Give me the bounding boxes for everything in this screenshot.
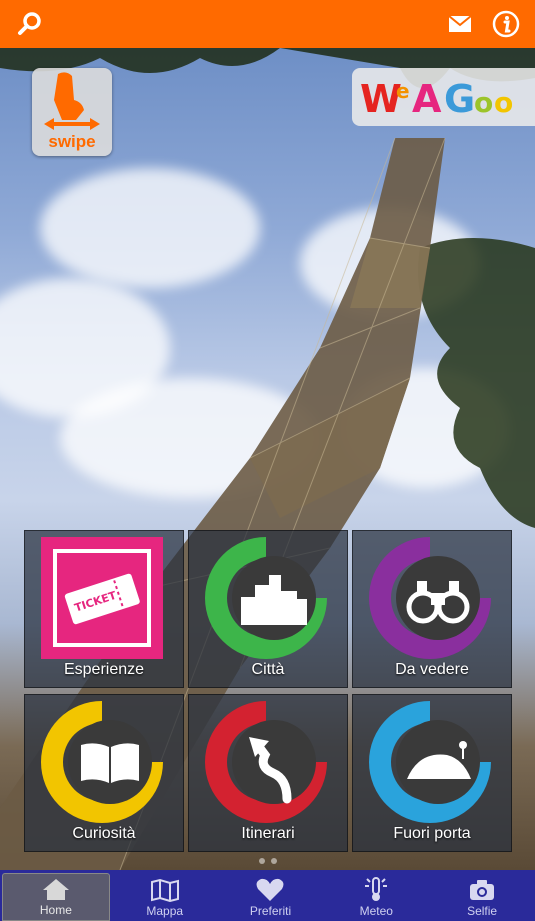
city-icon <box>205 537 327 659</box>
nav-selfie[interactable]: Selfie <box>429 870 535 921</box>
mail-icon[interactable] <box>442 6 478 42</box>
landscape-icon <box>369 701 491 823</box>
tile-fuori-porta[interactable]: Fuori porta <box>352 694 512 852</box>
tile-label: Città <box>251 661 285 678</box>
tile-label: Fuori porta <box>393 825 471 842</box>
tile-da-vedere[interactable]: Da vedere <box>352 530 512 688</box>
bottom-navigation: Home Mappa Preferiti Meteo Selfie <box>0 870 535 921</box>
swipe-hand-icon <box>44 72 100 130</box>
top-app-bar <box>0 0 535 48</box>
nav-meteo[interactable]: Meteo <box>323 870 429 921</box>
svg-text:o: o <box>474 86 493 119</box>
map-icon <box>150 878 179 902</box>
svg-text:o: o <box>494 86 513 119</box>
page-indicator <box>0 858 535 864</box>
ticket-icon: TICKET <box>41 537 163 659</box>
weather-icon <box>365 877 388 901</box>
tile-esperienze[interactable]: TICKET Esperienze <box>24 530 184 688</box>
nav-label: Mappa <box>146 904 184 918</box>
info-icon[interactable] <box>488 6 524 42</box>
nav-home[interactable]: Home <box>2 873 110 921</box>
nav-label: Home <box>39 903 72 917</box>
swipe-badge[interactable]: swipe <box>32 68 112 156</box>
route-icon <box>205 701 327 823</box>
tile-label: Da vedere <box>395 661 469 678</box>
tile-label: Curiosità <box>72 825 136 842</box>
nav-preferiti[interactable]: Preferiti <box>218 870 324 921</box>
home-icon <box>42 879 69 900</box>
svg-text:A: A <box>412 77 442 121</box>
tile-itinerari[interactable]: Itinerari <box>188 694 348 852</box>
heart-icon <box>257 878 284 901</box>
tile-label: Itinerari <box>241 825 295 842</box>
camera-icon <box>470 880 495 900</box>
svg-text:G: G <box>444 77 475 121</box>
nav-label: Meteo <box>359 904 393 918</box>
tile-citta[interactable]: Città <box>188 530 348 688</box>
nav-label: Preferiti <box>249 904 292 918</box>
nav-mappa[interactable]: Mappa <box>112 870 218 921</box>
swipe-label: swipe <box>48 132 96 151</box>
book-icon <box>41 701 163 823</box>
page-dot <box>270 858 277 864</box>
tile-curiosita[interactable]: Curiosità <box>24 694 184 852</box>
tile-label: Esperienze <box>63 661 145 678</box>
page-dot <box>258 858 265 864</box>
binoculars-icon <box>369 537 491 659</box>
search-icon[interactable] <box>12 6 48 42</box>
weagoo-logo[interactable]: W e A G o o <box>352 68 535 126</box>
svg-text:e: e <box>396 79 410 103</box>
nav-label: Selfie <box>467 904 498 918</box>
